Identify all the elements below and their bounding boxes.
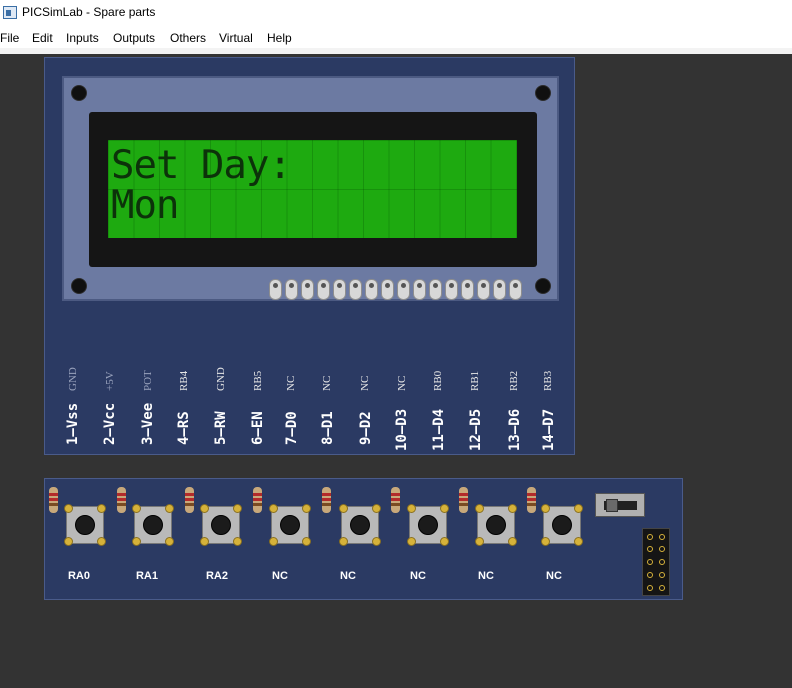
button-cap <box>75 515 95 535</box>
button-label: RA1 <box>135 570 158 582</box>
lcd-pin <box>349 279 362 300</box>
lcd-pin <box>429 279 442 300</box>
lcd-pin <box>333 279 346 300</box>
push-button-7[interactable] <box>475 504 517 546</box>
lcd-line-1: Set Day: <box>111 143 292 188</box>
menu-others[interactable]: Others <box>170 31 206 45</box>
menu-help[interactable]: Help <box>267 31 292 45</box>
mounting-hole <box>71 85 87 101</box>
lcd-line-2: Mon <box>111 183 179 228</box>
push-button-6[interactable] <box>407 504 449 546</box>
push-button-ra1[interactable] <box>132 504 174 546</box>
push-buttons-part[interactable]: RA0 RA1 RA2 NC NC NC NC NC <box>44 478 683 600</box>
lcd-pin <box>317 279 330 300</box>
push-button-8[interactable] <box>541 504 583 546</box>
button-label: NC <box>340 570 356 582</box>
app-icon <box>3 6 17 19</box>
push-button-4[interactable] <box>269 504 311 546</box>
mounting-hole <box>535 85 551 101</box>
lcd-pin <box>461 279 474 300</box>
resistor <box>117 483 126 517</box>
button-cap <box>143 515 163 535</box>
lcd-pin <box>365 279 378 300</box>
menu-outputs[interactable]: Outputs <box>113 31 155 45</box>
resistor <box>459 483 468 517</box>
lcd-pin <box>285 279 298 300</box>
button-cap <box>418 515 438 535</box>
lcd-pin <box>269 279 282 300</box>
lcd-pin <box>445 279 458 300</box>
resistor <box>253 483 262 517</box>
lcd-pin <box>381 279 394 300</box>
menu-edit[interactable]: Edit <box>32 31 53 45</box>
button-cap <box>211 515 231 535</box>
lcd-pin <box>301 279 314 300</box>
lcd-screen: Set Day: Mon <box>108 140 517 238</box>
pin-header-connector <box>642 528 670 596</box>
title-bar: PICSimLab - Spare parts <box>0 0 792 26</box>
button-label: RA2 <box>205 570 228 582</box>
lcd-part[interactable]: Set Day: Mon GND 1–Vss +5V 2–Vcc POT 3–V… <box>44 57 575 455</box>
resistor <box>322 483 331 517</box>
lcd-pin <box>493 279 506 300</box>
menu-virtual[interactable]: Virtual <box>219 31 253 45</box>
switch-knob <box>606 499 618 512</box>
mounting-hole <box>535 278 551 294</box>
resistor <box>49 483 58 517</box>
resistor <box>391 483 400 517</box>
button-label: NC <box>410 570 426 582</box>
button-label: NC <box>272 570 288 582</box>
push-button-ra2[interactable] <box>200 504 242 546</box>
window-title: PICSimLab - Spare parts <box>22 5 156 19</box>
lcd-module: Set Day: Mon <box>62 76 559 301</box>
mounting-hole <box>71 278 87 294</box>
lcd-pin <box>413 279 426 300</box>
resistor <box>185 483 194 517</box>
menu-file[interactable]: File <box>0 31 19 45</box>
button-label: NC <box>546 570 562 582</box>
push-button-5[interactable] <box>339 504 381 546</box>
button-cap <box>486 515 506 535</box>
button-cap <box>350 515 370 535</box>
button-label: NC <box>478 570 494 582</box>
lcd-pin <box>397 279 410 300</box>
menu-inputs[interactable]: Inputs <box>66 31 99 45</box>
lcd-pin-header <box>269 279 522 301</box>
button-cap <box>552 515 572 535</box>
workspace-top-edge <box>0 48 792 54</box>
lcd-pin <box>509 279 522 300</box>
lcd-pin <box>477 279 490 300</box>
resistor <box>527 483 536 517</box>
menu-bar: File Edit Inputs Outputs Others Virtual … <box>0 26 792 49</box>
push-button-ra0[interactable] <box>64 504 106 546</box>
button-cap <box>280 515 300 535</box>
lcd-bezel: Set Day: Mon <box>89 112 537 267</box>
slide-switch[interactable] <box>595 493 645 517</box>
button-label: RA0 <box>67 570 90 582</box>
